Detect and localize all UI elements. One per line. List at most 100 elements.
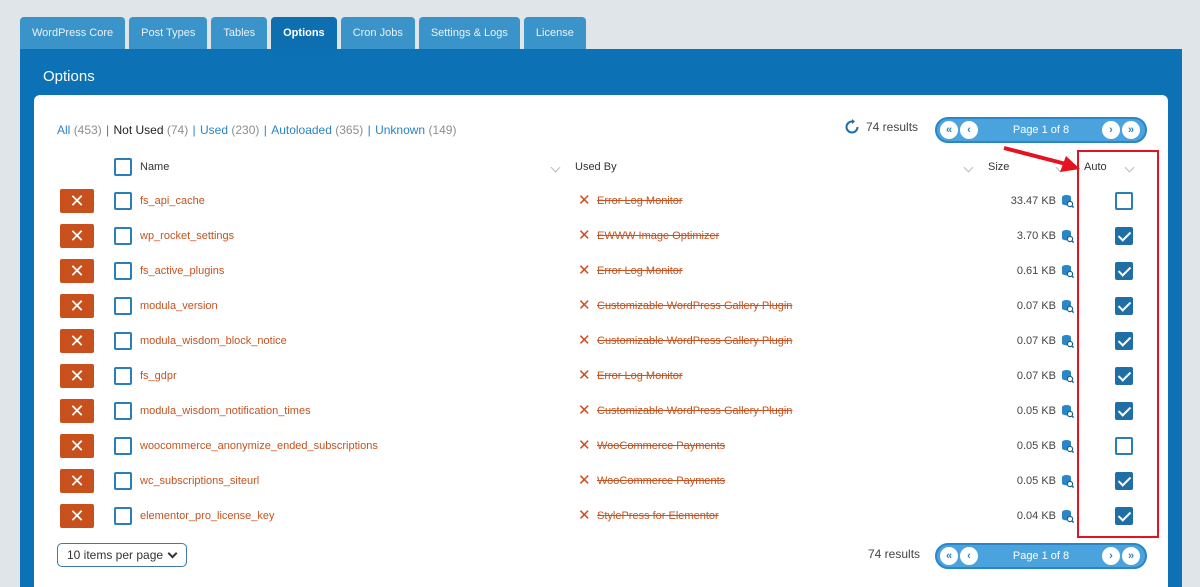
tab-options[interactable]: Options — [271, 17, 337, 49]
option-size: 0.07 KB — [1016, 335, 1056, 347]
items-per-page-select[interactable]: 10 items per page — [57, 543, 187, 567]
row-checkbox[interactable] — [114, 262, 132, 280]
database-search-icon[interactable] — [1061, 439, 1074, 453]
option-name[interactable]: modula_wisdom_notification_times — [140, 405, 311, 417]
delete-button[interactable]: ✕ — [60, 189, 94, 213]
database-search-icon[interactable] — [1061, 299, 1074, 313]
filter-unknown[interactable]: Unknown — [375, 123, 425, 137]
tab-license[interactable]: License — [523, 17, 586, 49]
chevron-down-icon[interactable] — [963, 162, 974, 173]
used-by[interactable]: Customizable WordPress Gallery Plugin — [597, 405, 792, 417]
column-name[interactable]: Name — [140, 155, 169, 179]
delete-button[interactable]: ✕ — [60, 259, 94, 283]
table-row: ✕ wc_subscriptions_siteurl ✕ WooCommerce Pa… — [34, 464, 1168, 499]
used-by[interactable]: Customizable WordPress Gallery Plugin — [597, 335, 792, 347]
close-icon: ✕ — [69, 366, 85, 386]
close-icon: ✕ — [69, 331, 85, 351]
prev-page-button[interactable]: ‹ — [960, 547, 978, 565]
database-search-icon[interactable] — [1061, 474, 1074, 488]
row-checkbox[interactable] — [114, 507, 132, 525]
used-by[interactable]: Customizable WordPress Gallery Plugin — [597, 300, 792, 312]
column-used-by[interactable]: Used By — [575, 155, 617, 179]
database-search-icon[interactable] — [1061, 264, 1074, 278]
row-checkbox[interactable] — [114, 472, 132, 490]
next-page-button[interactable]: › — [1102, 547, 1120, 565]
delete-button[interactable]: ✕ — [60, 469, 94, 493]
filter-count: (230) — [231, 123, 260, 137]
tab-tables[interactable]: Tables — [211, 17, 268, 49]
option-name[interactable]: fs_gdpr — [140, 370, 177, 382]
row-checkbox[interactable] — [114, 367, 132, 385]
x-icon: ✕ — [578, 402, 591, 419]
filter-not-used[interactable]: Not Used — [114, 123, 164, 137]
select-all-checkbox[interactable] — [114, 158, 132, 182]
delete-button[interactable]: ✕ — [60, 504, 94, 528]
option-name[interactable]: fs_active_plugins — [140, 265, 224, 277]
database-search-icon[interactable] — [1061, 229, 1074, 243]
database-search-icon[interactable] — [1061, 194, 1074, 208]
option-size: 0.05 KB — [1016, 475, 1056, 487]
x-icon: ✕ — [578, 507, 591, 524]
first-page-button[interactable]: « — [940, 547, 958, 565]
filter-autoloaded[interactable]: Autoloaded — [271, 123, 332, 137]
option-name[interactable]: wc_subscriptions_siteurl — [140, 475, 259, 487]
option-name[interactable]: modula_wisdom_block_notice — [140, 335, 287, 347]
option-name[interactable]: modula_version — [140, 300, 218, 312]
table-row: ✕ modula_wisdom_block_notice ✕ Customizable… — [34, 324, 1168, 359]
option-size: 3.70 KB — [1016, 230, 1056, 242]
table-header: Name Used By Size Auto — [34, 155, 1168, 179]
database-search-icon[interactable] — [1061, 509, 1074, 523]
used-by[interactable]: Error Log Monitor — [597, 195, 683, 207]
table-row: ✕ modula_wisdom_notification_times ✕ Custom… — [34, 394, 1168, 429]
delete-button[interactable]: ✕ — [60, 434, 94, 458]
next-page-button[interactable]: › — [1102, 121, 1120, 139]
prev-page-button[interactable]: ‹ — [960, 121, 978, 139]
annotation-arrow — [1003, 146, 1080, 172]
row-checkbox[interactable] — [114, 297, 132, 315]
table-row: ✕ woocommerce_anonymize_ended_subscriptio… — [34, 429, 1168, 464]
filter-separator: | — [102, 123, 113, 137]
database-search-icon[interactable] — [1061, 369, 1074, 383]
tab-post-types[interactable]: Post Types — [129, 17, 208, 49]
tab-wordpress-core[interactable]: WordPress Core — [20, 17, 126, 49]
row-checkbox[interactable] — [114, 192, 132, 210]
option-name[interactable]: fs_api_cache — [140, 195, 205, 207]
delete-button[interactable]: ✕ — [60, 364, 94, 388]
option-name[interactable]: woocommerce_anonymize_ended_subscription… — [140, 440, 378, 452]
used-by[interactable]: Error Log Monitor — [597, 265, 683, 277]
close-icon: ✕ — [69, 401, 85, 421]
option-size: 0.07 KB — [1016, 370, 1056, 382]
used-by[interactable]: WooCommerce Payments — [597, 440, 725, 452]
last-page-button[interactable]: » — [1122, 547, 1140, 565]
option-name[interactable]: wp_rocket_settings — [140, 230, 234, 242]
delete-button[interactable]: ✕ — [60, 224, 94, 248]
x-icon: ✕ — [578, 227, 591, 244]
first-page-button[interactable]: « — [940, 121, 958, 139]
row-checkbox[interactable] — [114, 332, 132, 350]
row-checkbox[interactable] — [114, 402, 132, 420]
table-row: ✕ fs_gdpr ✕ Error Log Monitor 0.07 KB — [34, 359, 1168, 394]
option-name[interactable]: elementor_pro_license_key — [140, 510, 275, 522]
delete-button[interactable]: ✕ — [60, 399, 94, 423]
chevron-down-icon[interactable] — [550, 162, 561, 173]
close-icon: ✕ — [69, 261, 85, 281]
used-by[interactable]: EWWW Image Optimizer — [597, 230, 719, 242]
database-search-icon[interactable] — [1061, 404, 1074, 418]
refresh-icon[interactable] — [844, 119, 860, 135]
filter-used[interactable]: Used — [200, 123, 228, 137]
row-checkbox[interactable] — [114, 227, 132, 245]
filter-all[interactable]: All — [57, 123, 70, 137]
used-by[interactable]: WooCommerce Payments — [597, 475, 725, 487]
tab-cron-jobs[interactable]: Cron Jobs — [340, 17, 415, 49]
page-label: Page 1 of 8 — [1012, 550, 1070, 562]
close-icon: ✕ — [69, 226, 85, 246]
last-page-button[interactable]: » — [1122, 121, 1140, 139]
close-icon: ✕ — [69, 436, 85, 456]
used-by[interactable]: Error Log Monitor — [597, 370, 683, 382]
used-by[interactable]: StylePress for Elementor — [597, 510, 719, 522]
tab-settings-logs[interactable]: Settings & Logs — [418, 17, 520, 49]
delete-button[interactable]: ✕ — [60, 294, 94, 318]
delete-button[interactable]: ✕ — [60, 329, 94, 353]
database-search-icon[interactable] — [1061, 334, 1074, 348]
row-checkbox[interactable] — [114, 437, 132, 455]
